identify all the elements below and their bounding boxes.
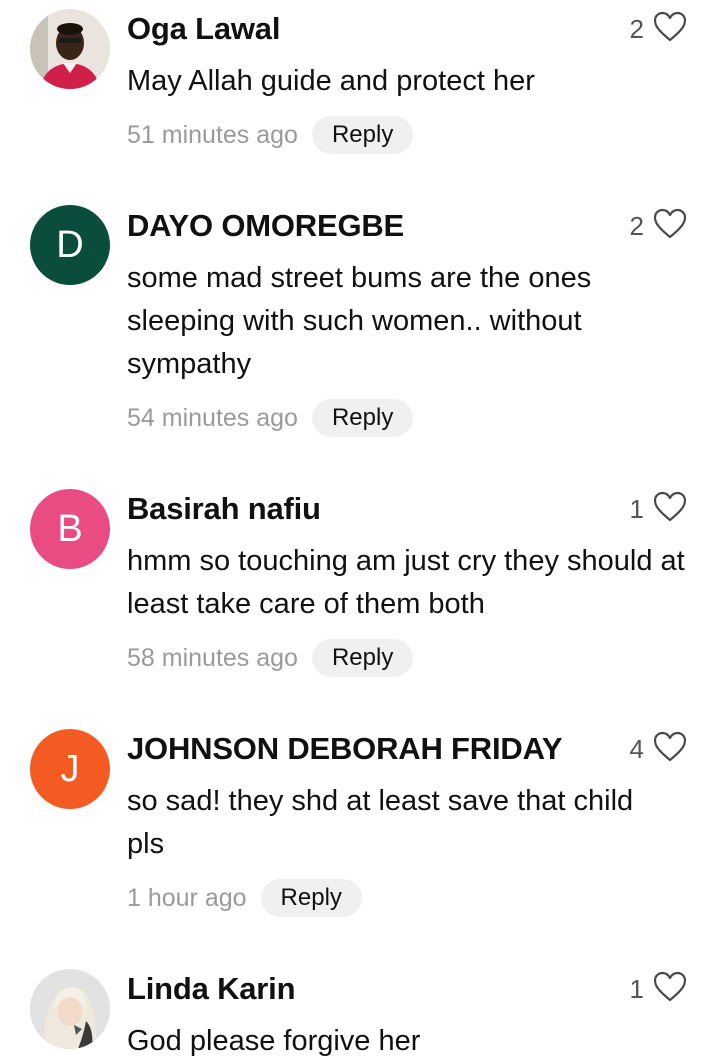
heart-icon[interactable] (653, 731, 687, 763)
timestamp: 58 minutes ago (127, 643, 298, 672)
comment-author[interactable]: Linda Karin (127, 971, 296, 1007)
timestamp: 51 minutes ago (127, 120, 298, 149)
reply-button[interactable]: Reply (311, 639, 414, 677)
comment-author[interactable]: Oga Lawal (127, 11, 280, 47)
comment-author[interactable]: Basirah nafiu (127, 491, 321, 527)
heart-icon[interactable] (653, 208, 687, 240)
avatar-letter: J (60, 748, 80, 790)
heart-icon[interactable] (653, 11, 687, 43)
avatar[interactable]: J (30, 729, 110, 809)
avatar-letter: D (56, 224, 84, 266)
comment-text: May Allah guide and protect her (127, 65, 535, 97)
avatar-photo-icon (30, 9, 110, 89)
like-count: 1 (629, 494, 644, 524)
like-count: 1 (629, 974, 644, 1004)
avatar[interactable] (30, 969, 110, 1049)
comment-meta: 54 minutes ago Reply (127, 398, 414, 438)
comment-text: hmm so touching am just cry they should … (127, 545, 685, 620)
comment-author[interactable]: DAYO OMOREGBE (127, 208, 404, 244)
timestamp: 1 hour ago (127, 883, 247, 912)
like-count: 4 (629, 734, 644, 764)
heart-icon[interactable] (653, 491, 687, 523)
avatar-letter: B (57, 508, 83, 550)
like-count: 2 (629, 211, 644, 241)
heart-icon[interactable] (653, 971, 687, 1003)
avatar-photo-icon (30, 969, 110, 1049)
comment-meta: 1 hour ago Reply (127, 878, 362, 918)
comment-author[interactable]: JOHNSON DEBORAH FRIDAY (127, 731, 563, 767)
comment-meta: 51 minutes ago Reply (127, 115, 414, 155)
avatar[interactable]: D (30, 205, 110, 285)
reply-button[interactable]: Reply (260, 879, 362, 917)
reply-button[interactable]: Reply (311, 399, 414, 437)
timestamp: 54 minutes ago (127, 403, 298, 432)
comment-text: God please forgive her (127, 1025, 421, 1057)
comment-meta: 58 minutes ago Reply (127, 638, 414, 678)
like-count: 2 (629, 14, 644, 44)
avatar[interactable]: B (30, 489, 110, 569)
avatar[interactable] (30, 9, 110, 89)
comment-text: so sad! they shd at least save that chil… (127, 785, 634, 860)
comment-text: some mad street bums are the ones sleepi… (127, 262, 592, 380)
reply-button[interactable]: Reply (311, 116, 414, 154)
